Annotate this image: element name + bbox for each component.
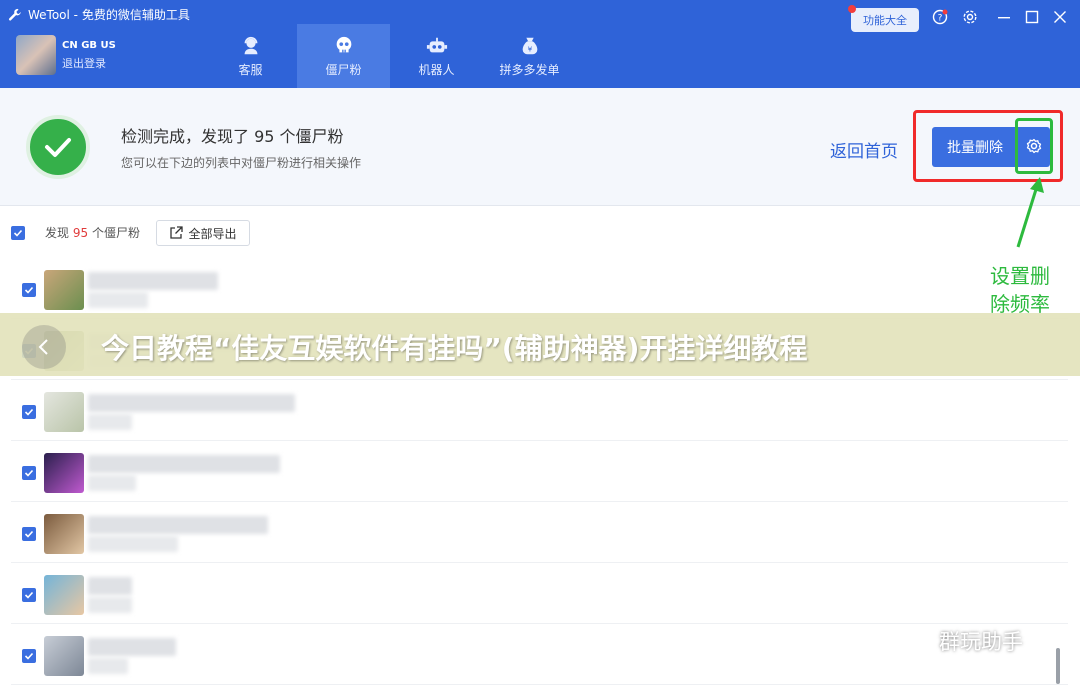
tab-pdd-orders[interactable]: ¥ 拼多多发单 [483,24,576,88]
tab-zombie-fans[interactable]: 僵尸粉 [297,24,390,88]
avatar[interactable] [16,35,56,75]
svg-text:?: ? [938,14,943,24]
settings-button[interactable] [960,8,980,26]
row-checkbox[interactable] [22,588,36,602]
watermark: 群玩助手 [893,626,1023,656]
tab-robot[interactable]: 机器人 [390,24,483,88]
check-icon [24,469,34,477]
export-all-button[interactable]: 全部导出 [156,220,250,246]
export-all-label: 全部导出 [188,226,237,241]
check-icon [24,530,34,538]
found-count-text: 发现 95 个僵尸粉 [45,224,140,241]
feature-list-label: 功能大全 [863,14,907,27]
found-count: 95 [72,226,89,240]
check-icon [24,652,34,660]
contact-avatar [44,270,84,310]
list-item[interactable] [11,502,1068,563]
maximize-button[interactable] [1022,8,1042,26]
skull-icon [336,36,351,52]
banner-title: 今日教程“佳友互娱软件有挂吗”(辅助神器)开挂详细教程 [101,332,808,365]
contact-avatar [44,636,84,676]
previous-button[interactable] [22,325,66,369]
blurred-name [88,272,218,290]
tab-label: 客服 [238,62,263,77]
user-name: CN GB US [62,40,116,51]
delete-settings-button[interactable] [1015,118,1053,174]
row-checkbox[interactable] [22,649,36,663]
blurred-id [88,414,132,430]
blurred-id [88,536,178,552]
blurred-id [88,597,132,613]
close-button[interactable] [1050,8,1070,26]
blurred-id [88,658,128,674]
tab-support[interactable]: 客服 [204,24,297,88]
scrollbar[interactable] [1056,648,1060,684]
maximize-icon [1025,10,1039,24]
gear-icon [963,10,977,24]
list-toolbar: 发现 95 个僵尸粉 全部导出 [0,210,1080,256]
check-icon [24,591,34,599]
money-bag-icon: ¥ [522,37,537,54]
user-profile: CN GB US 退出登录 [16,35,116,75]
chevron-left-icon [38,339,48,355]
main-tabs: 客服 僵尸粉 机器人 ¥ 拼多多发单 [204,24,576,88]
row-checkbox[interactable] [22,283,36,297]
robot-icon [426,37,447,52]
found-prefix: 发现 [45,226,70,240]
watermark-text: 群玩助手 [939,630,1023,654]
status-panel: 检测完成，发现了 95 个僵尸粉 您可以在下边的列表中对僵尸粉进行相关操作 返回… [0,88,1080,206]
window-title: WeTool - 免费的微信辅助工具 [28,8,190,22]
notification-dot [848,5,856,13]
contact-avatar [44,575,84,615]
settings-gear-icon [1026,138,1042,154]
status-subtitle: 您可以在下边的列表中对僵尸粉进行相关操作 [121,156,362,170]
blurred-name [88,638,176,656]
wechat-icon [895,628,930,653]
row-checkbox[interactable] [22,405,36,419]
row-checkbox[interactable] [22,466,36,480]
wrench-icon [8,8,21,21]
found-suffix: 个僵尸粉 [91,226,140,240]
list-item[interactable] [11,258,1068,319]
blurred-name [88,577,132,595]
export-icon [170,226,184,239]
batch-delete-label: 批量删除 [947,140,1003,156]
contact-avatar [44,514,84,554]
tab-label: 拼多多发单 [499,62,560,77]
svg-text:¥: ¥ [527,44,532,53]
status-title: 检测完成，发现了 95 个僵尸粉 [121,127,344,146]
help-button[interactable]: ? [930,8,950,26]
title-bar: WeTool - 免费的微信辅助工具 [8,6,190,23]
feature-list-button[interactable]: 功能大全 [848,5,919,32]
blurred-name [88,516,268,534]
tab-label: 僵尸粉 [325,62,362,77]
blurred-id [88,475,136,491]
contact-avatar [44,453,84,493]
select-all-checkbox[interactable] [11,226,25,240]
logout-link[interactable]: 退出登录 [62,55,116,73]
list-item[interactable] [11,380,1068,441]
success-check-icon [26,115,90,179]
minimize-icon [998,17,1010,19]
back-home-link[interactable]: 返回首页 [830,137,898,162]
blurred-name [88,455,280,473]
minimize-button[interactable] [994,8,1014,26]
help-icon: ? [932,9,948,25]
tab-label: 机器人 [418,62,455,77]
app-header: WeTool - 免费的微信辅助工具 CN GB US 退出登录 客服 僵尸粉 … [0,0,1080,88]
check-icon [13,229,23,237]
list-item[interactable] [11,441,1068,502]
row-checkbox[interactable] [22,527,36,541]
check-icon [24,408,34,416]
support-agent-icon [244,36,257,54]
close-icon [1054,11,1066,23]
list-item[interactable] [11,563,1068,624]
overlay-banner: 今日教程“佳友互娱软件有挂吗”(辅助神器)开挂详细教程 [0,313,1080,376]
contact-avatar [44,392,84,432]
blurred-name [88,394,295,412]
blurred-id [88,292,148,308]
check-icon [24,286,34,294]
